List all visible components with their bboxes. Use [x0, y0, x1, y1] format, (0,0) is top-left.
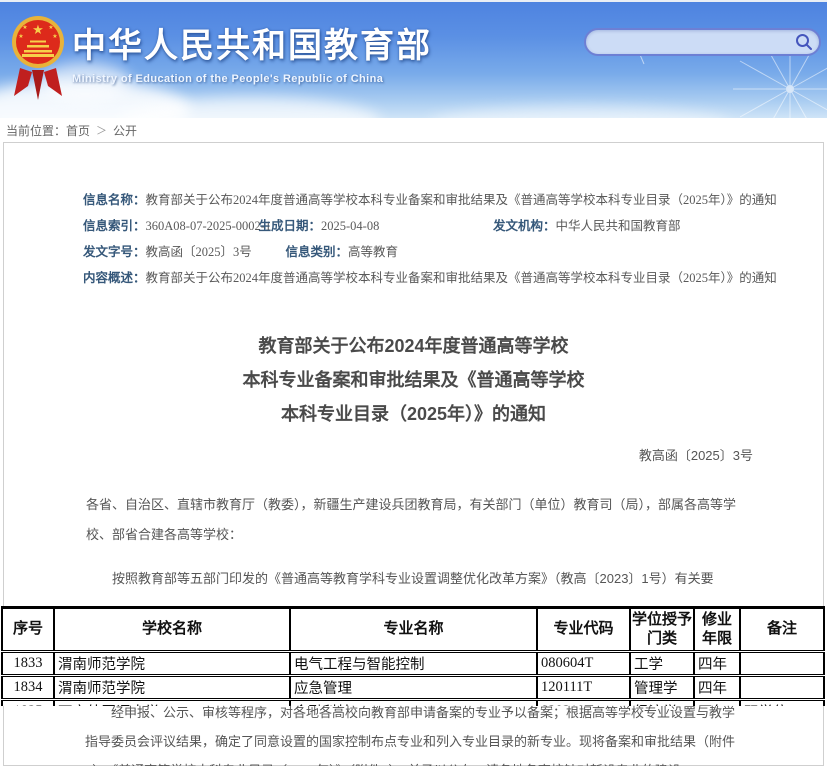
meta-summary-label: 内容概述： — [83, 271, 146, 285]
svg-text:★: ★ — [52, 33, 57, 40]
header-seq: 序号 — [2, 608, 54, 652]
breadcrumb-location-label: 当前位置： — [6, 122, 66, 139]
meta-issuer-label: 发文机构： — [493, 219, 556, 233]
approval-result-paragraph: 经申报、公示、审核等程序，对各地各高校向教育部申请备案的专业予以备案；根据高等学… — [85, 698, 768, 766]
header-school: 学校名称 — [54, 608, 290, 652]
site-title-block: 中华人民共和国教育部 Ministry of Education of the … — [72, 18, 432, 85]
breadcrumb-home-link[interactable]: 首页 — [66, 122, 90, 139]
svg-text:★: ★ — [22, 24, 27, 31]
header-note: 备注 — [740, 608, 824, 652]
meta-category-label: 信息类别： — [285, 245, 348, 259]
meta-category-value: 高等教育 — [348, 245, 398, 259]
meta-row-summary: 内容概述：教育部关于公布2024年度普通高等学校本科专业备案和审批结果及《普通高… — [83, 265, 759, 291]
cell-school: 渭南师范学院 — [54, 676, 290, 700]
page: ★ ★ ★ ★ ★ 中华人民共和国教育部 Ministry of Educati… — [0, 0, 827, 766]
addressees-paragraph: 各省、自治区、直辖市教育厅（教委），新疆生产建设兵团教育局，有关部门（单位）教育… — [86, 490, 759, 550]
header-years: 修业年限 — [694, 608, 740, 652]
document-title-line2: 本科专业备案和审批结果及《普通高等学校 — [4, 363, 823, 397]
site-subtitle: Ministry of Education of the People's Re… — [72, 73, 432, 85]
meta-info-index-value: 360A08-07-2025-0002-1 — [146, 219, 272, 233]
document-title: 教育部关于公布2024年度普通高等学校 本科专业备案和审批结果及《普通高等学校 … — [4, 329, 823, 431]
document-title-line1: 教育部关于公布2024年度普通高等学校 — [4, 329, 823, 363]
document-number: 教高函〔2025〕3号 — [4, 445, 753, 464]
meta-gen-date-label: 生成日期： — [258, 219, 321, 233]
cell-note — [740, 652, 824, 676]
cell-school: 渭南师范学院 — [54, 652, 290, 676]
header-code: 专业代码 — [537, 608, 630, 652]
search-button[interactable] — [789, 30, 819, 54]
header-major: 专业名称 — [290, 608, 537, 652]
meta-doc-no-value: 教高函〔2025〕3号 — [146, 245, 252, 259]
approval-paragraph-line1: 经申报、公示、审核等程序，对各地各高校向教育部申请备案的专业予以备案；根据高等学… — [85, 698, 768, 727]
approval-paragraph-line2: 指导委员会评议结果，确定了同意设置的国家控制布点专业和列入专业目录的新专业。现将… — [85, 727, 768, 756]
search-icon — [795, 33, 813, 51]
cell-code: 080604T — [537, 652, 630, 676]
meta-issuer-value: 中华人民共和国教育部 — [555, 219, 680, 233]
cell-degree: 管理学 — [630, 676, 694, 700]
cell-note — [740, 676, 824, 700]
cell-years: 四年 — [694, 676, 740, 700]
table-header-row: 序号 学校名称 专业名称 专业代码 学位授予门类 修业年限 备注 — [2, 608, 824, 652]
table-row: 1833 渭南师范学院 电气工程与智能控制 080604T 工学 四年 — [2, 652, 824, 676]
cell-seq: 1835 — [2, 700, 54, 707]
cell-seq: 1834 — [2, 676, 54, 700]
cloud-decoration — [430, 106, 730, 118]
meta-row-index: 信息索引：360A08-07-2025-0002-1 生成日期：2025-04-… — [83, 213, 759, 239]
svg-text:★: ★ — [18, 33, 23, 40]
national-emblem: ★ ★ ★ ★ ★ — [10, 12, 66, 104]
site-header: ★ ★ ★ ★ ★ 中华人民共和国教育部 Ministry of Educati… — [0, 0, 827, 118]
meta-info-index-label: 信息索引： — [83, 219, 146, 233]
breadcrumb: 当前位置： 首页 ＞ 公开 — [0, 118, 827, 142]
scanned-table-overlay: 序号 学校名称 专业名称 专业代码 学位授予门类 修业年限 备注 1833 渭南… — [1, 606, 825, 706]
search-box[interactable] — [584, 28, 821, 56]
meta-info-name-value: 教育部关于公布2024年度普通高等学校本科专业备案和审批结果及《普通高等学校本科… — [146, 193, 777, 207]
cell-seq: 1833 — [2, 652, 54, 676]
cell-years: 四年 — [694, 652, 740, 676]
major-approval-table: 序号 学校名称 专业名称 专业代码 学位授予门类 修业年限 备注 1833 渭南… — [1, 606, 825, 706]
search-input[interactable] — [586, 30, 789, 54]
cell-major: 电气工程与智能控制 — [290, 652, 537, 676]
svg-text:★: ★ — [48, 24, 53, 31]
meta-doc-no-label: 发文字号： — [83, 245, 146, 259]
document-title-line3: 本科专业目录（2025年）》的通知 — [4, 397, 823, 431]
document-meta: 信息名称：教育部关于公布2024年度普通高等学校本科专业备案和审批结果及《普通高… — [83, 187, 759, 291]
cell-code: 120111T — [537, 676, 630, 700]
site-title: 中华人民共和国教育部 — [72, 18, 432, 67]
meta-summary-value: 教育部关于公布2024年度普通高等学校本科专业备案和审批结果及《普通高等学校本科… — [146, 271, 777, 285]
meta-info-name-label: 信息名称： — [83, 193, 146, 207]
approval-paragraph-line3: 1）、《普通高等学校本科专业目录（2025年）》（附件2），并予以公布。请各地各… — [85, 756, 768, 766]
table-row: 1834 渭南师范学院 应急管理 120111T 管理学 四年 — [2, 676, 824, 700]
meta-gen-date-value: 2025-04-08 — [321, 219, 379, 233]
intro-paragraph: 按照教育部等五部门印发的《普通高等教育学科专业设置调整优化改革方案》（教高〔20… — [86, 564, 759, 594]
breadcrumb-separator: ＞ — [96, 122, 107, 138]
meta-row-docno: 发文字号：教高函〔2025〕3号 信息类别：高等教育 — [83, 239, 759, 265]
cell-major: 应急管理 — [290, 676, 537, 700]
meta-row-name: 信息名称：教育部关于公布2024年度普通高等学校本科专业备案和审批结果及《普通高… — [83, 187, 759, 213]
header-degree: 学位授予门类 — [630, 608, 694, 652]
svg-text:★: ★ — [32, 23, 44, 38]
cell-degree: 工学 — [630, 652, 694, 676]
breadcrumb-section-link[interactable]: 公开 — [113, 122, 137, 139]
